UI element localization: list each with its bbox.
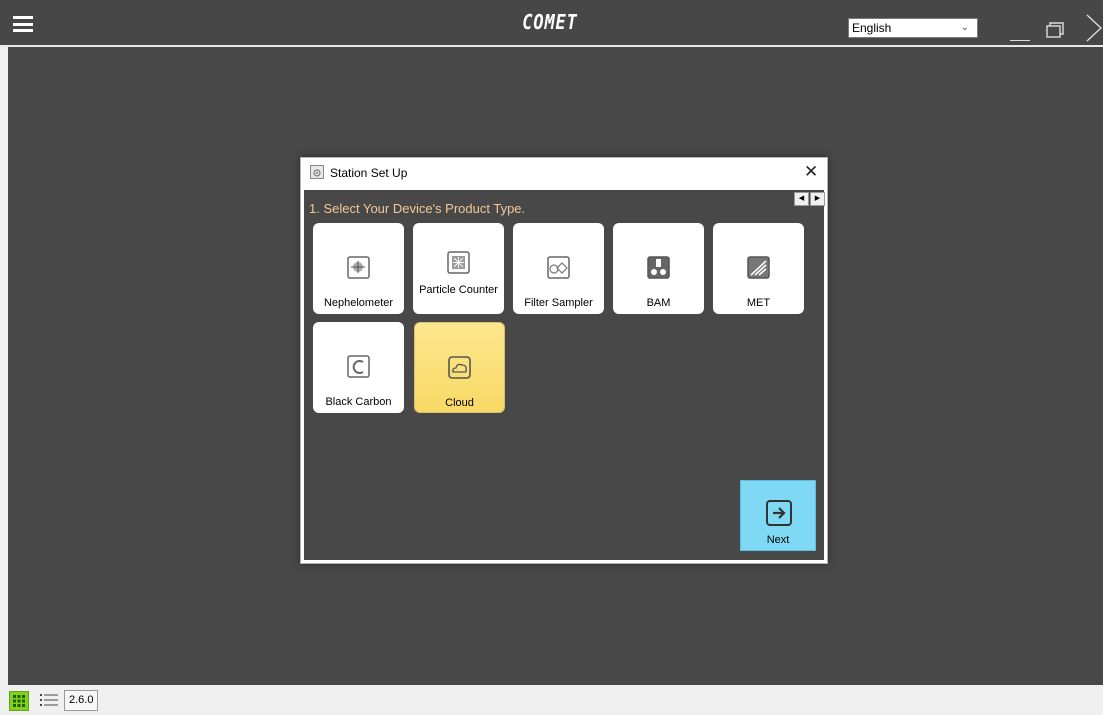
language-select-value: English xyxy=(852,21,892,35)
station-setup-dialog: Station Set Up ✕ ◀ ▶ 1. Select Your Devi… xyxy=(300,157,828,564)
next-button[interactable]: Next xyxy=(740,480,816,551)
tile-cloud[interactable]: Cloud xyxy=(414,322,505,413)
next-button-label: Next xyxy=(766,534,790,546)
title-bar: COMET English ⌄ xyxy=(0,0,1103,47)
app-title: COMET xyxy=(522,10,578,34)
tile-nephelometer[interactable]: Nephelometer xyxy=(313,223,404,314)
met-icon xyxy=(747,256,770,279)
language-select[interactable]: English ⌄ xyxy=(848,18,978,38)
cloud-icon xyxy=(448,356,471,379)
scroll-right-icon[interactable]: ▶ xyxy=(810,192,825,206)
tile-label: BAM xyxy=(646,297,671,309)
tile-label: Cloud xyxy=(445,397,474,409)
tile-label: Black Carbon xyxy=(325,396,392,408)
tile-filter-sampler[interactable]: Filter Sampler xyxy=(513,223,604,314)
chevron-down-icon: ⌄ xyxy=(960,22,969,33)
scroll-left-icon[interactable]: ◀ xyxy=(794,192,809,206)
bam-icon xyxy=(647,256,670,279)
list-view-icon[interactable] xyxy=(40,693,58,707)
dialog-title-bar: Station Set Up ✕ xyxy=(301,158,827,190)
particle-counter-icon xyxy=(447,251,470,274)
tile-bam[interactable]: BAM xyxy=(613,223,704,314)
step-instruction: 1. Select Your Device's Product Type. xyxy=(309,201,526,216)
grid-view-icon[interactable] xyxy=(9,691,29,711)
close-window-icon[interactable] xyxy=(1085,14,1103,42)
tile-label: Particle Counter xyxy=(419,284,498,296)
dialog-body: ◀ ▶ 1. Select Your Device's Product Type… xyxy=(304,190,826,560)
tile-label: MET xyxy=(746,297,771,309)
tile-label: Nephelometer xyxy=(323,297,394,309)
gear-icon xyxy=(310,165,324,179)
dialog-title: Station Set Up xyxy=(330,166,408,180)
tab-scroll-buttons: ◀ ▶ xyxy=(794,192,826,206)
version-label: 2.6.0 xyxy=(64,690,99,711)
tile-black-carbon[interactable]: Black Carbon xyxy=(313,322,404,413)
status-bar: 2.6.0 xyxy=(0,685,1103,714)
minimize-window-icon[interactable] xyxy=(1010,40,1030,41)
tile-met[interactable]: MET xyxy=(713,223,804,314)
nephelometer-icon xyxy=(347,256,370,279)
dialog-close-icon[interactable]: ✕ xyxy=(804,163,818,181)
black-carbon-icon xyxy=(347,355,370,378)
tile-particle-counter[interactable]: Particle Counter xyxy=(413,223,504,314)
filter-sampler-icon xyxy=(547,256,570,279)
arrow-right-icon xyxy=(766,500,792,526)
hamburger-menu-icon[interactable] xyxy=(13,16,33,32)
tile-label: Filter Sampler xyxy=(524,297,593,309)
maximize-window-icon[interactable] xyxy=(1046,22,1064,38)
